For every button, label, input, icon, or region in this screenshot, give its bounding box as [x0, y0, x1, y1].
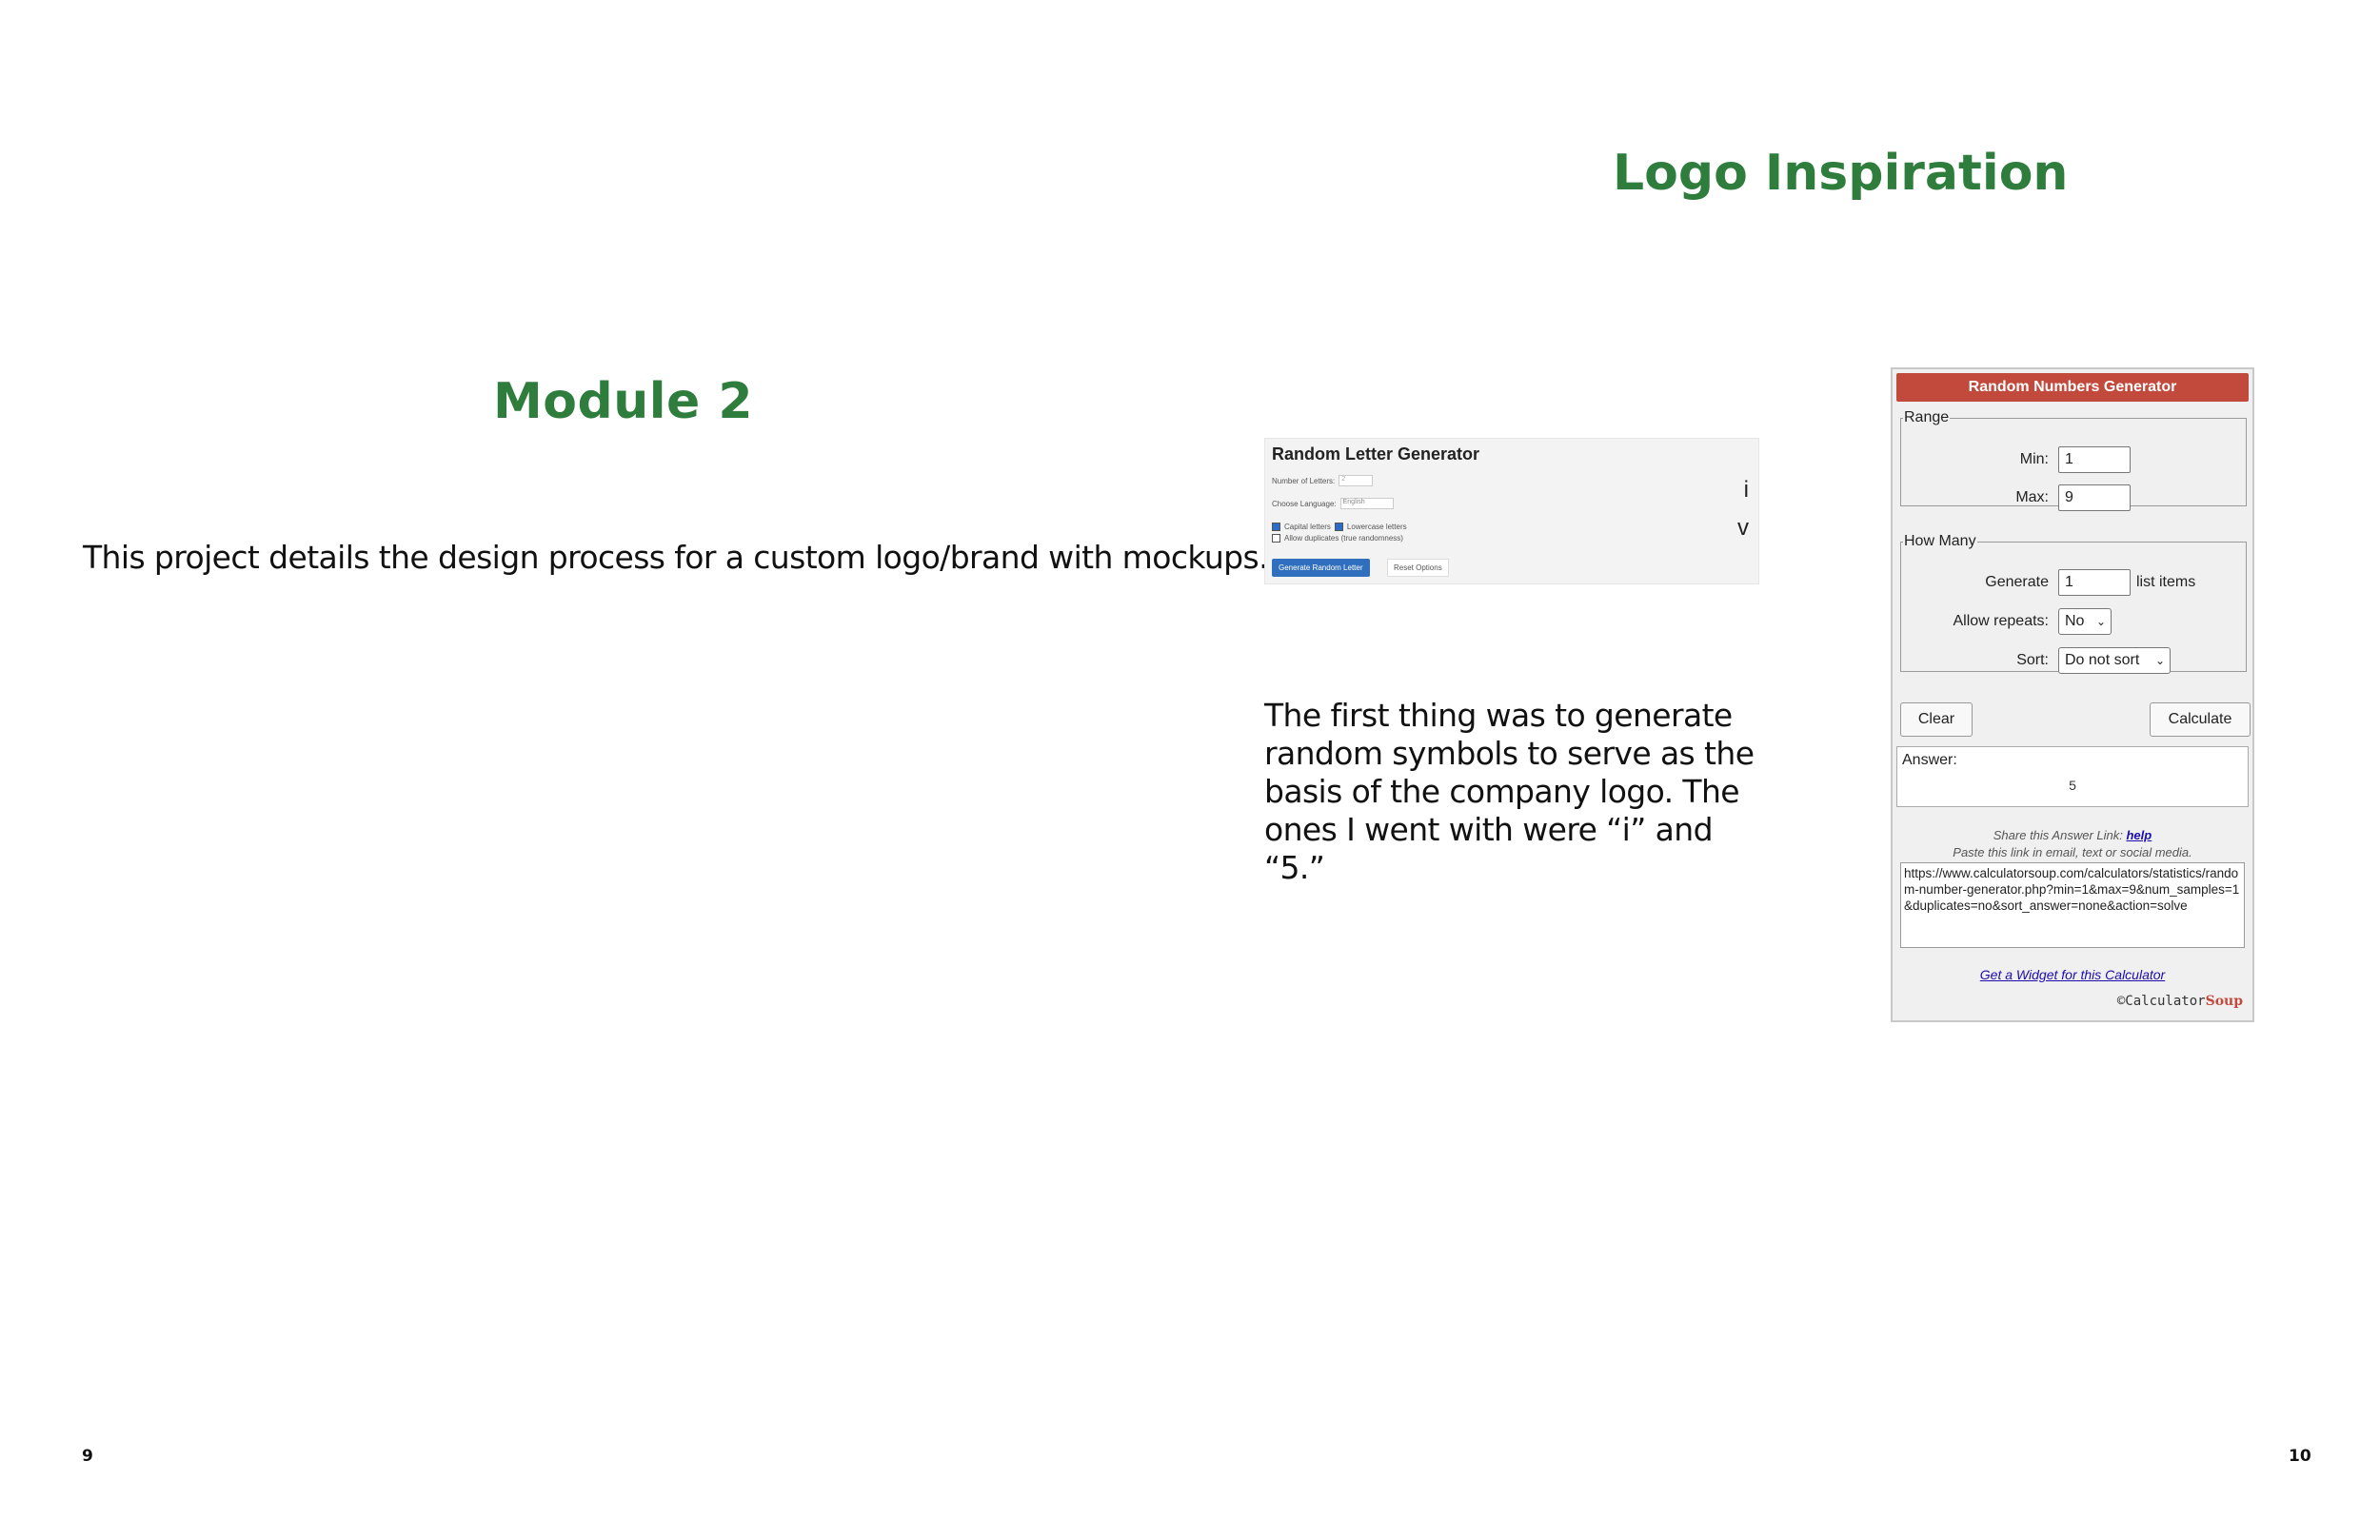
min-label: Min:	[2019, 451, 2049, 467]
capital-letters-checkbox[interactable]	[1272, 523, 1280, 531]
random-numbers-generator-widget: Random Numbers Generator Range Min: 1 Ma…	[1891, 367, 2254, 1022]
sort-value: Do not sort	[2065, 652, 2140, 668]
get-widget-link[interactable]: Get a Widget for this Calculator	[1980, 967, 2165, 982]
chevron-down-icon: ⌄	[2154, 654, 2165, 667]
share-help-link[interactable]: help	[2126, 828, 2152, 842]
capital-letters-label: Capital letters	[1284, 523, 1331, 531]
generate-random-letter-button[interactable]: Generate Random Letter	[1272, 559, 1370, 577]
max-label: Max:	[2015, 489, 2049, 505]
list-items-label: list items	[2136, 574, 2196, 590]
chevron-down-icon: ⌄	[2095, 615, 2106, 628]
max-input[interactable]: 9	[2058, 484, 2131, 511]
logo-inspiration-title: Logo Inspiration	[1613, 145, 2069, 202]
duplicates-row: Allow duplicates (true randomness)	[1272, 534, 1403, 543]
reset-options-button[interactable]: Reset Options	[1387, 559, 1449, 577]
min-input[interactable]: 1	[2058, 446, 2131, 473]
lowercase-letters-label: Lowercase letters	[1346, 523, 1407, 531]
answer-box: Answer: 5	[1896, 746, 2249, 807]
generate-count-input[interactable]: 1	[2058, 569, 2131, 596]
share-answer-line: Share this Answer Link: help	[1893, 828, 2252, 842]
project-description: This project details the design process …	[83, 539, 1269, 576]
module-title: Module 2	[493, 373, 754, 430]
letter-case-row: Capital letters Lowercase letters	[1272, 523, 1407, 531]
language-label: Choose Language:	[1272, 499, 1337, 508]
how-many-legend: How Many	[1904, 533, 1976, 549]
widget-line: Get a Widget for this Calculator	[1893, 967, 2252, 982]
share-url-textarea[interactable]: https://www.calculatorsoup.com/calculato…	[1900, 862, 2245, 948]
sort-select[interactable]: Do not sort ⌄	[2058, 647, 2171, 674]
brand-calculator: Calculator	[2125, 994, 2206, 1009]
allow-repeats-value: No	[2065, 613, 2085, 629]
random-letter-generator-screenshot: Random Letter Generator Number of Letter…	[1264, 438, 1759, 584]
page-number-left: 9	[82, 1447, 93, 1466]
allow-repeats-label: Allow repeats:	[1953, 613, 2050, 629]
lowercase-letters-checkbox[interactable]	[1334, 523, 1343, 531]
number-of-letters-input[interactable]: 2	[1339, 475, 1374, 486]
language-row: Choose Language: English	[1272, 498, 1394, 509]
language-select[interactable]: English	[1339, 498, 1394, 509]
explanation-line: random symbols to serve as the	[1264, 735, 1755, 772]
brand-soup: Soup	[2205, 994, 2243, 1009]
page-number-right: 10	[2289, 1447, 2311, 1466]
allow-duplicates-label: Allow duplicates (true randomness)	[1284, 534, 1403, 543]
calculatorsoup-logo: ©CalculatorSoup	[2117, 994, 2243, 1009]
range-legend: Range	[1904, 409, 1950, 425]
rng-header: Random Numbers Generator	[1896, 373, 2249, 402]
explanation-line: The first thing was to generate	[1264, 697, 1733, 734]
answer-value: 5	[2069, 778, 2076, 793]
explanation-text: The first thing was to generate random s…	[1264, 697, 1759, 887]
letter-generator-title: Random Letter Generator	[1272, 444, 1480, 464]
calculate-button[interactable]: Calculate	[2150, 702, 2251, 737]
number-of-letters-label: Number of Letters:	[1272, 476, 1336, 485]
generate-label: Generate	[1985, 574, 2049, 590]
sort-label: Sort:	[2016, 652, 2049, 668]
clear-button[interactable]: Clear	[1900, 702, 1973, 737]
explanation-line: basis of the company logo. The	[1264, 773, 1740, 810]
explanation-line: ones I went with were “i” and “5.”	[1264, 811, 1714, 886]
result-letter-1: i	[1743, 477, 1749, 503]
allow-repeats-select[interactable]: No ⌄	[2058, 608, 2112, 635]
share-answer-text: Share this Answer Link:	[1993, 828, 2123, 842]
paste-link-text: Paste this link in email, text or social…	[1953, 845, 2192, 859]
allow-duplicates-checkbox[interactable]	[1272, 534, 1280, 543]
number-of-letters-row: Number of Letters: 2	[1272, 475, 1374, 486]
result-letter-2: v	[1737, 515, 1749, 541]
answer-label: Answer:	[1902, 752, 1957, 768]
